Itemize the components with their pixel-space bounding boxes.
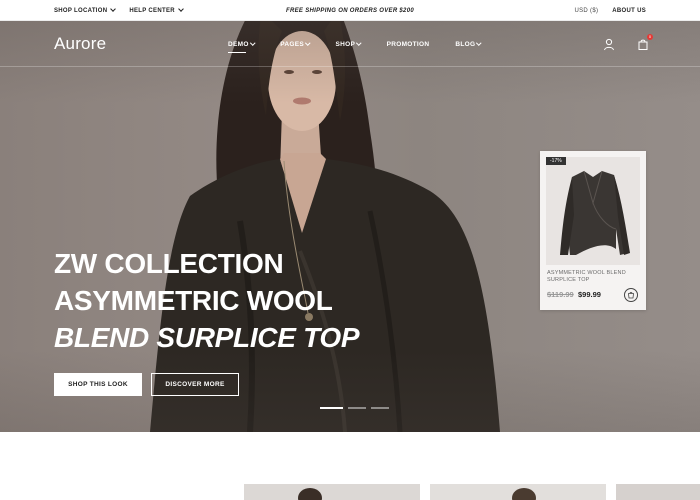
nav-item-label: PROMOTION xyxy=(386,40,430,48)
chevron-down-icon xyxy=(110,6,117,12)
nav-item-shop[interactable]: SHOP xyxy=(335,40,362,48)
nav-item-label: PAGES xyxy=(280,40,304,48)
product-image[interactable] xyxy=(546,157,640,265)
add-to-cart-button[interactable] xyxy=(624,288,638,302)
discount-badge: -17% xyxy=(546,157,566,165)
category-thumbnail[interactable] xyxy=(616,484,700,500)
hero-title-line: ZW COLLECTION xyxy=(54,248,284,279)
product-name[interactable]: ASYMMETRIC WOOL BLEND SURPLICE TOP xyxy=(547,270,639,284)
thumbnail-image xyxy=(430,484,606,500)
slider-dot[interactable] xyxy=(320,407,343,409)
nav-item-blog[interactable]: BLOG xyxy=(455,40,482,48)
nav-item-promotion[interactable]: PROMOTION xyxy=(387,41,430,48)
slider-pagination xyxy=(320,407,389,409)
hero-title-line: ASYMMETRIC WOOL xyxy=(54,285,333,316)
header-icons: 0 xyxy=(602,21,653,67)
featured-section xyxy=(0,432,700,500)
chevron-down-icon xyxy=(249,40,255,45)
shop-location-label: SHOP LOCATION xyxy=(54,7,108,14)
chevron-down-icon xyxy=(356,40,362,45)
top-bar: SHOP LOCATION HELP CENTER FREE SHIPPING … xyxy=(0,0,700,21)
category-thumbnail[interactable] xyxy=(430,484,606,500)
user-icon xyxy=(604,38,614,51)
nav-item-pages[interactable]: PAGES xyxy=(280,40,311,48)
brand-logo[interactable]: Aurore xyxy=(54,34,106,54)
thumbnail-image xyxy=(616,484,700,500)
chevron-down-icon xyxy=(178,6,184,12)
chevron-down-icon xyxy=(305,40,311,45)
nav-item-label: DEMO xyxy=(228,40,249,48)
account-button[interactable] xyxy=(602,37,616,51)
top-bar-right: USD ($) ABOUT US xyxy=(574,0,646,21)
currency-selector[interactable]: USD ($) xyxy=(574,8,598,14)
slider-dot[interactable] xyxy=(348,407,366,409)
product-card[interactable]: -17% ASYMMETRIC WOOL BLEND SURPLICE TOP … xyxy=(540,151,646,310)
discover-more-button[interactable]: DISCOVER MORE xyxy=(151,373,239,396)
top-bar-left: SHOP LOCATION HELP CENTER xyxy=(54,0,184,21)
about-us-link[interactable]: ABOUT US xyxy=(612,8,646,14)
thumbnail-image xyxy=(244,484,420,500)
main-nav: DEMO PAGES SHOP PROMOTION BLOG xyxy=(228,21,482,67)
hero-title-line: BLEND SURPLICE TOP xyxy=(54,322,360,353)
nav-item-label: SHOP xyxy=(335,40,356,48)
chevron-down-icon xyxy=(476,40,482,45)
cart-count-badge: 0 xyxy=(647,34,653,40)
nav-item-demo[interactable]: DEMO xyxy=(228,40,255,53)
help-center-label: HELP CENTER xyxy=(129,7,175,14)
product-new-price: $99.99 xyxy=(578,290,601,299)
product-garment-image xyxy=(560,170,630,255)
product-old-price: $119.99 xyxy=(547,290,574,299)
cart-button[interactable]: 0 xyxy=(636,34,653,51)
announcement-text: FREE SHIPPING ON ORDERS OVER $200 xyxy=(286,7,414,14)
nav-item-label: BLOG xyxy=(455,40,476,48)
help-center-menu[interactable]: HELP CENTER xyxy=(129,6,184,14)
main-header: Aurore DEMO PAGES SHOP PROMOTION BLOG 0 xyxy=(0,21,700,67)
shop-this-look-button[interactable]: SHOP THIS LOOK xyxy=(54,373,142,396)
slider-dot[interactable] xyxy=(371,407,389,409)
category-thumbnail[interactable] xyxy=(244,484,420,500)
hero-title: ZW COLLECTION ASYMMETRIC WOOL BLEND SURP… xyxy=(54,245,360,356)
shop-location-menu[interactable]: SHOP LOCATION xyxy=(54,6,117,14)
cart-add-icon xyxy=(628,291,634,299)
